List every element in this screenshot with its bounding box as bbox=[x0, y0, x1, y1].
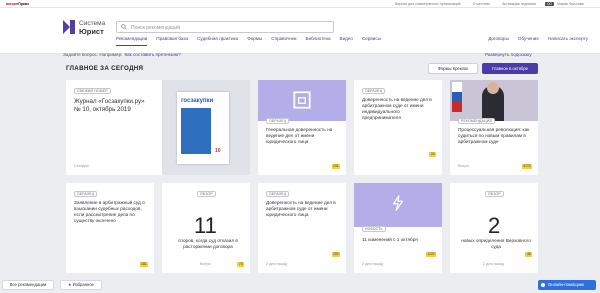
search-icon bbox=[121, 24, 127, 30]
card-news-october-changes[interactable]: НОВОСТЬ 11 изменений с 1 октября 2 дня н… bbox=[354, 183, 442, 273]
logo-line2: Юрист bbox=[79, 27, 104, 36]
card-date: Вчера bbox=[458, 164, 469, 168]
card-type-pill: ОБРАЗЕЦ bbox=[266, 118, 290, 124]
views-tag: 24 bbox=[429, 152, 436, 157]
card-date: 2 дня назад bbox=[483, 262, 504, 266]
flag-graphic bbox=[452, 82, 462, 112]
card-magazine[interactable]: СВЕЖИЙ НОМЕР Журнал «Госзакупки.ру» № 10… bbox=[66, 80, 250, 175]
user-badge: ОО bbox=[545, 2, 554, 6]
user-menu[interactable]: ОО Мария Фролова bbox=[540, 0, 600, 8]
logo-mark-icon bbox=[63, 20, 76, 34]
ask-bar: Задайте вопрос. Например: Как составить п… bbox=[0, 48, 600, 61]
views-tag: 48 bbox=[525, 252, 532, 257]
star-icon: ★ bbox=[68, 282, 72, 287]
magazine-cover-title: госзакупки bbox=[181, 98, 214, 104]
card-date: 2 дня назад bbox=[266, 262, 287, 266]
search-placeholder: Поиск рекомендаций bbox=[131, 25, 180, 31]
views-tag: 73 bbox=[237, 262, 244, 267]
magazine-cover-area: госзакупки 10 bbox=[162, 80, 250, 175]
card-type-pill: НОВОСТЬ bbox=[362, 226, 386, 232]
nav-forms[interactable]: Формы bbox=[247, 36, 262, 46]
views-tag: 1220 bbox=[425, 252, 436, 257]
header: Система Юрист Поиск рекомендаций Рекомен… bbox=[0, 8, 600, 57]
card-text: Заявление в арбитражный суд о взыскании … bbox=[74, 200, 145, 223]
online-helper-label: Онлайн-помощник bbox=[548, 282, 585, 287]
nav-video[interactable]: Видео bbox=[340, 36, 353, 46]
card-title: Журнал «Госзакупки.ру» № 10, октябрь 201… bbox=[74, 98, 145, 113]
card-text: новых определения Верховного суда bbox=[461, 238, 531, 249]
nav-legal-base[interactable]: Правовая база bbox=[156, 36, 188, 46]
top-link-about[interactable]: О системе bbox=[473, 2, 490, 6]
card-photo bbox=[450, 80, 538, 121]
document-icon bbox=[293, 91, 311, 109]
nav-contracts[interactable]: Договоры bbox=[488, 36, 509, 41]
right-nav: Договоры Обучение Написать эксперту bbox=[488, 36, 588, 41]
online-helper-button[interactable]: Онлайн-помощник bbox=[538, 280, 596, 290]
favorites-button[interactable]: ★Избранное bbox=[60, 280, 102, 290]
top-link-commercial[interactable]: Версия для коммерческих организаций bbox=[395, 2, 461, 6]
ask-example-link[interactable]: Как составить претензию? bbox=[124, 52, 180, 57]
big-number: 2 bbox=[488, 213, 501, 238]
card-type-pill: ОБРАЗЕЦ bbox=[266, 191, 290, 197]
forms-kremlin-button[interactable]: Формы Кремлю bbox=[428, 63, 478, 74]
card-sample-legal-entity-poa[interactable]: ОБРАЗЕЦ Доверенность на ведение дел в ар… bbox=[258, 183, 346, 273]
expand-hint-link[interactable]: Развернуть подсказку bbox=[485, 52, 532, 57]
lightning-icon bbox=[392, 195, 404, 211]
main-october-button[interactable]: Главное в октябре bbox=[482, 63, 538, 74]
user-name: Мария Фролова bbox=[556, 2, 584, 6]
card-illustration bbox=[258, 80, 346, 121]
card-text: Генеральная доверенность на ведение дел … bbox=[266, 127, 333, 144]
top-links: Версия для коммерческих организаций О си… bbox=[395, 2, 536, 6]
views-tag: 241 bbox=[331, 164, 340, 169]
card-text: Доверенность на ведение дел в арбитражно… bbox=[362, 97, 432, 120]
card-sample-court-costs[interactable]: ОБРАЗЕЦ Заявление в арбитражный суд о вз… bbox=[66, 183, 154, 273]
card-recommendation-revolution[interactable]: РЕКОМЕНДАЦИЯ Процессуальная революция: к… bbox=[450, 80, 538, 175]
card-review-supreme-court[interactable]: ОБЗОР 2 новых определения Верховного суд… bbox=[450, 183, 538, 273]
aktion-brand[interactable]: актионПраво bbox=[6, 2, 29, 6]
views-tag: 4774 bbox=[521, 164, 532, 169]
views-tag: 253 bbox=[331, 252, 340, 257]
card-sample-ip-poa[interactable]: ОБРАЗЕЦ Доверенность на ведение дел в ар… bbox=[354, 80, 442, 175]
card-type-pill: РЕКОМЕНДАЦИЯ bbox=[458, 118, 495, 124]
card-date: Вчера bbox=[200, 262, 211, 266]
top-link-activation[interactable]: Активация подписки bbox=[502, 2, 536, 6]
views-tag: 181 bbox=[139, 262, 148, 267]
nav-court-practice[interactable]: Судебная практика bbox=[197, 36, 238, 46]
magazine-cover: госзакупки 10 bbox=[177, 92, 229, 164]
magazine-cover-image bbox=[181, 108, 211, 154]
card-type-pill: ОБРАЗЕЦ bbox=[362, 88, 386, 94]
chat-icon bbox=[541, 283, 545, 287]
main-nav: Рекомендации Правовая база Судебная прак… bbox=[116, 36, 381, 46]
logo-line1: Система bbox=[79, 20, 106, 27]
nav-services[interactable]: Сервисы bbox=[362, 36, 381, 46]
favorites-label: Избранное bbox=[72, 282, 94, 287]
card-date: 2 дня назад bbox=[362, 262, 383, 266]
all-recommendations-button[interactable]: Все рекомендации bbox=[2, 280, 54, 290]
card-text: Доверенность на ведение дел в арбитражно… bbox=[266, 200, 336, 217]
card-sample-general-poa[interactable]: ОБРАЗЕЦ Генеральная доверенность на веде… bbox=[258, 80, 346, 175]
nav-recommendations[interactable]: Рекомендации bbox=[116, 36, 148, 46]
card-text: 11 изменений с 1 октября bbox=[362, 237, 418, 242]
card-type-pill: ОБЗОР bbox=[485, 191, 504, 197]
magazine-cover-number: 10 bbox=[215, 148, 221, 154]
card-type-pill: СВЕЖИЙ НОМЕР bbox=[74, 88, 111, 94]
nav-education[interactable]: Обучение bbox=[518, 36, 539, 41]
card-review-contract-disputes[interactable]: ОБЗОР 11 споров, когда суд отказал в рас… bbox=[162, 183, 250, 273]
nav-library[interactable]: Библиотека bbox=[306, 36, 331, 46]
nav-ask-expert[interactable]: Написать эксперту bbox=[548, 36, 588, 41]
top-strip: актионПраво Версия для коммерческих орга… bbox=[0, 0, 600, 8]
logo[interactable]: Система Юрист bbox=[63, 18, 107, 38]
card-type-pill: ОБЗОР bbox=[197, 191, 216, 197]
card-date: Сегодня bbox=[74, 164, 89, 168]
nav-reference[interactable]: Справочник bbox=[271, 36, 296, 46]
big-number: 11 bbox=[194, 213, 217, 238]
ask-prompt: Задайте вопрос. Например: Как составить п… bbox=[63, 52, 181, 57]
card-illustration bbox=[354, 183, 442, 227]
card-text: споров, когда суд отказал в расторжении … bbox=[178, 238, 238, 249]
card-type-pill: ОБРАЗЕЦ bbox=[74, 191, 98, 197]
section-title: ГЛАВНОЕ ЗА СЕГОДНЯ bbox=[66, 65, 144, 72]
judge-head bbox=[487, 82, 499, 94]
search-input[interactable]: Поиск рекомендаций bbox=[116, 21, 334, 33]
card-text: Процессуальная революция: как судиться п… bbox=[458, 127, 530, 144]
